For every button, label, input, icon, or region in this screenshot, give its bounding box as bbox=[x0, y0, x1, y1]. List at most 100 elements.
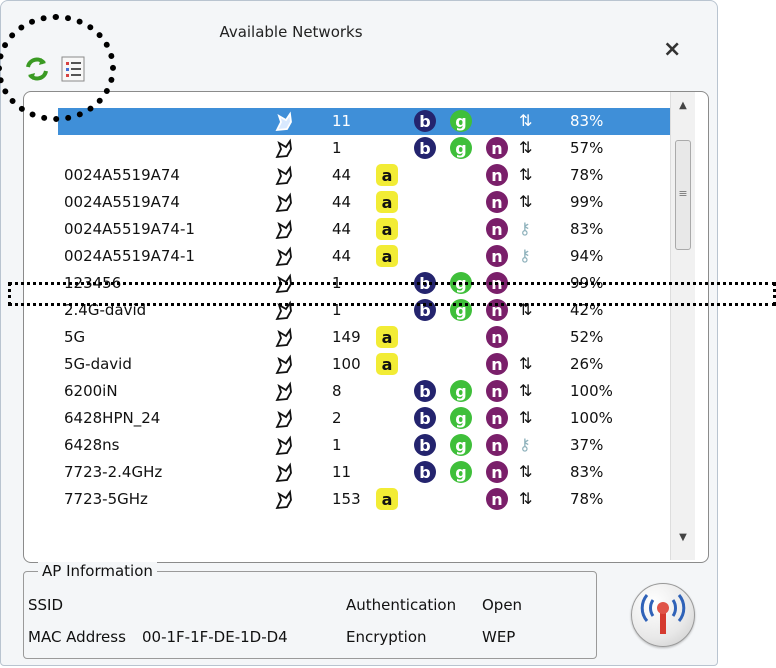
signal-strength: 99% bbox=[570, 193, 604, 211]
mode-n-icon: n bbox=[486, 299, 508, 321]
mode-a-icon: a bbox=[376, 218, 398, 240]
list-icon bbox=[61, 56, 85, 82]
network-channel: 100 bbox=[332, 355, 361, 373]
network-ssid: 5G-david bbox=[64, 355, 132, 373]
mode-n-icon: n bbox=[486, 164, 508, 186]
network-ssid: 0024A5519A74-1 bbox=[64, 247, 195, 265]
mode-n-icon: n bbox=[486, 245, 508, 267]
mode-a-icon: a bbox=[376, 164, 398, 186]
network-channel: 11 bbox=[332, 463, 352, 481]
authentication-value: Open bbox=[482, 596, 523, 614]
network-row[interactable]: 0024A5519A74-1 44 a n ⚷ 83% bbox=[24, 216, 670, 243]
infrastructure-icon bbox=[272, 164, 296, 192]
infrastructure-icon bbox=[272, 434, 296, 462]
network-rows: 11 b g ⇅ 83% 1 b g n ⇅ 57% 0024A5519A74 44 a n ⇅ 78% 0024… bbox=[24, 108, 670, 513]
network-row[interactable]: 5G-david 100 a n ⇅ 26% bbox=[24, 351, 670, 378]
network-ssid: 123456 bbox=[64, 274, 122, 292]
network-row[interactable]: 2.4G-david 1 b g n ⇅ 42% bbox=[24, 297, 670, 324]
scrollbar-grip-icon: ≡ bbox=[678, 187, 688, 200]
mode-n-icon: n bbox=[486, 488, 508, 510]
mode-b-icon: b bbox=[414, 407, 436, 429]
network-row[interactable]: 1 b g n ⇅ 57% bbox=[24, 135, 670, 162]
infrastructure-icon bbox=[272, 137, 296, 165]
mode-n-icon: n bbox=[486, 407, 508, 429]
key-icon: ⚷ bbox=[519, 219, 531, 238]
mode-a-icon: a bbox=[376, 326, 398, 348]
signal-strength: 100% bbox=[570, 409, 613, 427]
encryption-icon: ⇅ bbox=[519, 111, 533, 130]
network-ssid: 2.4G-david bbox=[64, 301, 147, 319]
network-channel: 44 bbox=[332, 193, 352, 211]
network-row[interactable]: 11 b g ⇅ 83% bbox=[24, 108, 670, 135]
mode-g-icon: g bbox=[450, 461, 472, 483]
ap-information-legend: AP Information bbox=[38, 562, 157, 580]
scrollbar-thumb[interactable]: ≡ bbox=[675, 140, 691, 250]
network-row[interactable]: 7723-2.4GHz 11 b g n ⇅ 83% bbox=[24, 459, 670, 486]
mode-g-icon: g bbox=[450, 380, 472, 402]
signal-strength: 83% bbox=[570, 112, 604, 130]
network-row[interactable]: 0024A5519A74-1 44 a n ⚷ 94% bbox=[24, 243, 670, 270]
ap-information-group: AP Information SSID MAC Address 00-1F-1F… bbox=[23, 562, 597, 659]
network-row[interactable]: 0024A5519A74 44 a n ⇅ 78% bbox=[24, 162, 670, 189]
network-row[interactable]: 6200iN 8 b g n ⇅ 100% bbox=[24, 378, 670, 405]
refresh-button[interactable] bbox=[21, 53, 53, 85]
infrastructure-icon bbox=[272, 380, 296, 408]
mode-b-icon: b bbox=[414, 461, 436, 483]
mode-b-icon: b bbox=[414, 137, 436, 159]
mode-n-icon: n bbox=[486, 137, 508, 159]
network-channel: 44 bbox=[332, 247, 352, 265]
network-row[interactable]: 6428ns 1 b g n ⚷ 37% bbox=[24, 432, 670, 459]
signal-strength: 94% bbox=[570, 247, 604, 265]
infrastructure-icon bbox=[272, 461, 296, 489]
mode-b-icon: b bbox=[414, 110, 436, 132]
infrastructure-icon bbox=[272, 488, 296, 516]
wifi-signal-icon bbox=[640, 594, 686, 634]
network-row[interactable]: 0024A5519A74 44 a n ⇅ 99% bbox=[24, 189, 670, 216]
vertical-scrollbar[interactable]: ▲ ≡ ▼ bbox=[670, 92, 695, 560]
scroll-down-icon[interactable]: ▼ bbox=[671, 532, 695, 548]
network-row[interactable]: 123456 1 b g n 99% bbox=[24, 270, 670, 297]
wifi-signal-button[interactable] bbox=[631, 583, 695, 647]
encryption-icon: ⇅ bbox=[519, 138, 533, 157]
signal-strength: 42% bbox=[570, 301, 604, 319]
encryption-value: WEP bbox=[482, 628, 516, 646]
signal-strength: 83% bbox=[570, 220, 604, 238]
available-networks-window: Available Networks × 11 b g ⇅ 83% 1 b g n ⇅ 57% 002… bbox=[0, 0, 718, 666]
network-ssid: 0024A5519A74-1 bbox=[64, 220, 195, 238]
mode-a-icon: a bbox=[376, 191, 398, 213]
network-ssid: 6200iN bbox=[64, 382, 118, 400]
mode-n-icon: n bbox=[486, 218, 508, 240]
network-ssid: 6428HPN_24 bbox=[64, 409, 161, 427]
mode-n-icon: n bbox=[486, 434, 508, 456]
encryption-icon: ⇅ bbox=[519, 165, 533, 184]
mode-a-icon: a bbox=[376, 488, 398, 510]
signal-strength: 57% bbox=[570, 139, 604, 157]
infrastructure-icon bbox=[272, 299, 296, 327]
encryption-icon: ⇅ bbox=[519, 489, 533, 508]
signal-strength: 78% bbox=[570, 166, 604, 184]
network-channel: 11 bbox=[332, 112, 352, 130]
network-channel: 1 bbox=[332, 436, 342, 454]
network-channel: 149 bbox=[332, 328, 361, 346]
scroll-up-icon[interactable]: ▲ bbox=[671, 100, 695, 116]
mode-n-icon: n bbox=[486, 272, 508, 294]
network-channel: 8 bbox=[332, 382, 342, 400]
network-row[interactable]: 6428HPN_24 2 b g n ⇅ 100% bbox=[24, 405, 670, 432]
encryption-icon: ⇅ bbox=[519, 408, 533, 427]
network-row[interactable]: 5G 149 a n 52% bbox=[24, 324, 670, 351]
signal-strength: 100% bbox=[570, 382, 613, 400]
close-button[interactable]: × bbox=[663, 37, 681, 62]
network-channel: 1 bbox=[332, 274, 342, 292]
mode-b-icon: b bbox=[414, 272, 436, 294]
signal-strength: 99% bbox=[570, 274, 604, 292]
mode-n-icon: n bbox=[486, 326, 508, 348]
list-view-button[interactable] bbox=[57, 53, 89, 85]
network-row[interactable]: 7723-5GHz 153 a n ⇅ 78% bbox=[24, 486, 670, 513]
encryption-icon: ⇅ bbox=[519, 381, 533, 400]
mode-b-icon: b bbox=[414, 434, 436, 456]
encryption-icon: ⇅ bbox=[519, 354, 533, 373]
signal-strength: 78% bbox=[570, 490, 604, 508]
key-icon: ⚷ bbox=[519, 246, 531, 265]
mode-a-icon: a bbox=[376, 353, 398, 375]
signal-strength: 37% bbox=[570, 436, 604, 454]
